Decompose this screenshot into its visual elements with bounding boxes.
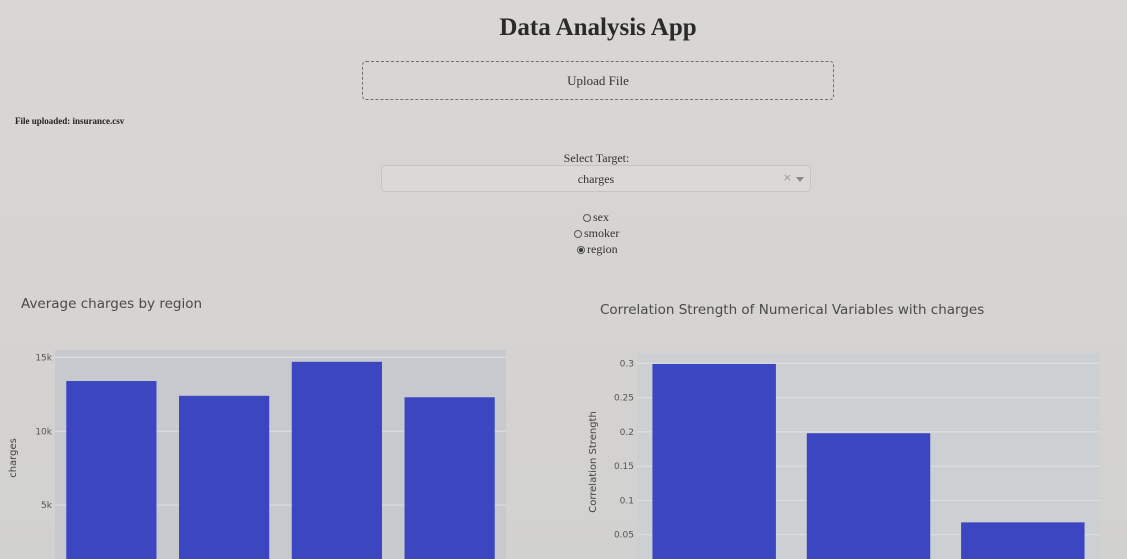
page-title: Data Analysis App [499,14,697,41]
right-chart-bar[interactable] [806,433,931,559]
right-chart-ytick-label: 0.15 [614,462,634,472]
left-chart-bar[interactable] [291,361,382,559]
target-dropdown-value: charges [577,172,615,186]
left-chart-ytick-label: 5k [41,501,53,511]
target-dropdown[interactable]: charges × [381,165,811,192]
radio-label-smoker: smoker [584,226,620,240]
radio-button-smoker[interactable] [574,229,582,238]
right-chart-ytick-label: 0.05 [614,531,634,541]
left-chart-ytick-label: 15k [35,353,52,363]
chevron-down-icon[interactable] [796,177,804,182]
left-chart-bar[interactable] [179,395,270,559]
left-chart-ytick-label: 10k [35,427,52,437]
right-chart-bar[interactable] [961,522,1085,559]
left-chart-bar[interactable] [66,381,157,559]
right-chart-y-axis-label: Correlation Strength [588,411,599,513]
bar-chart-average-charges: 5k 10k 15k charges [8,350,506,559]
radio-button-region[interactable] [577,245,585,254]
bar-chart-correlation-strength: 0.05 0.1 0.15 0.2 0.25 0.3 Correlation Strengt… [588,353,1100,559]
chart-title-correlation-strength: Correlation Strength of Numerical Variab… [600,302,985,318]
left-chart-bar[interactable] [404,397,495,559]
right-chart-bar[interactable] [652,363,776,559]
clear-icon[interactable]: × [783,171,792,184]
left-chart-y-axis-label: charges [8,438,19,478]
right-chart-ytick-label: 0.2 [620,428,634,438]
right-chart-ytick-label: 0.25 [614,394,634,404]
select-target-label: Select Target: [563,151,630,165]
radio-option-region[interactable]: region [577,242,618,257]
radio-button-sex[interactable] [583,213,591,222]
right-chart-ytick-label: 0.3 [620,359,634,369]
upload-status-text: File uploaded: insurance.csv [15,116,125,126]
upload-file-dropzone[interactable]: Upload File [362,61,834,100]
chart-title-average-charges: Average charges by region [21,296,203,312]
radio-label-sex: sex [593,210,609,224]
upload-file-label: Upload File [567,72,629,88]
radio-option-smoker[interactable]: smoker [574,226,619,241]
right-chart-ytick-label: 0.1 [620,496,634,506]
radio-label-region: region [587,242,618,256]
radio-option-sex[interactable]: sex [583,210,609,225]
